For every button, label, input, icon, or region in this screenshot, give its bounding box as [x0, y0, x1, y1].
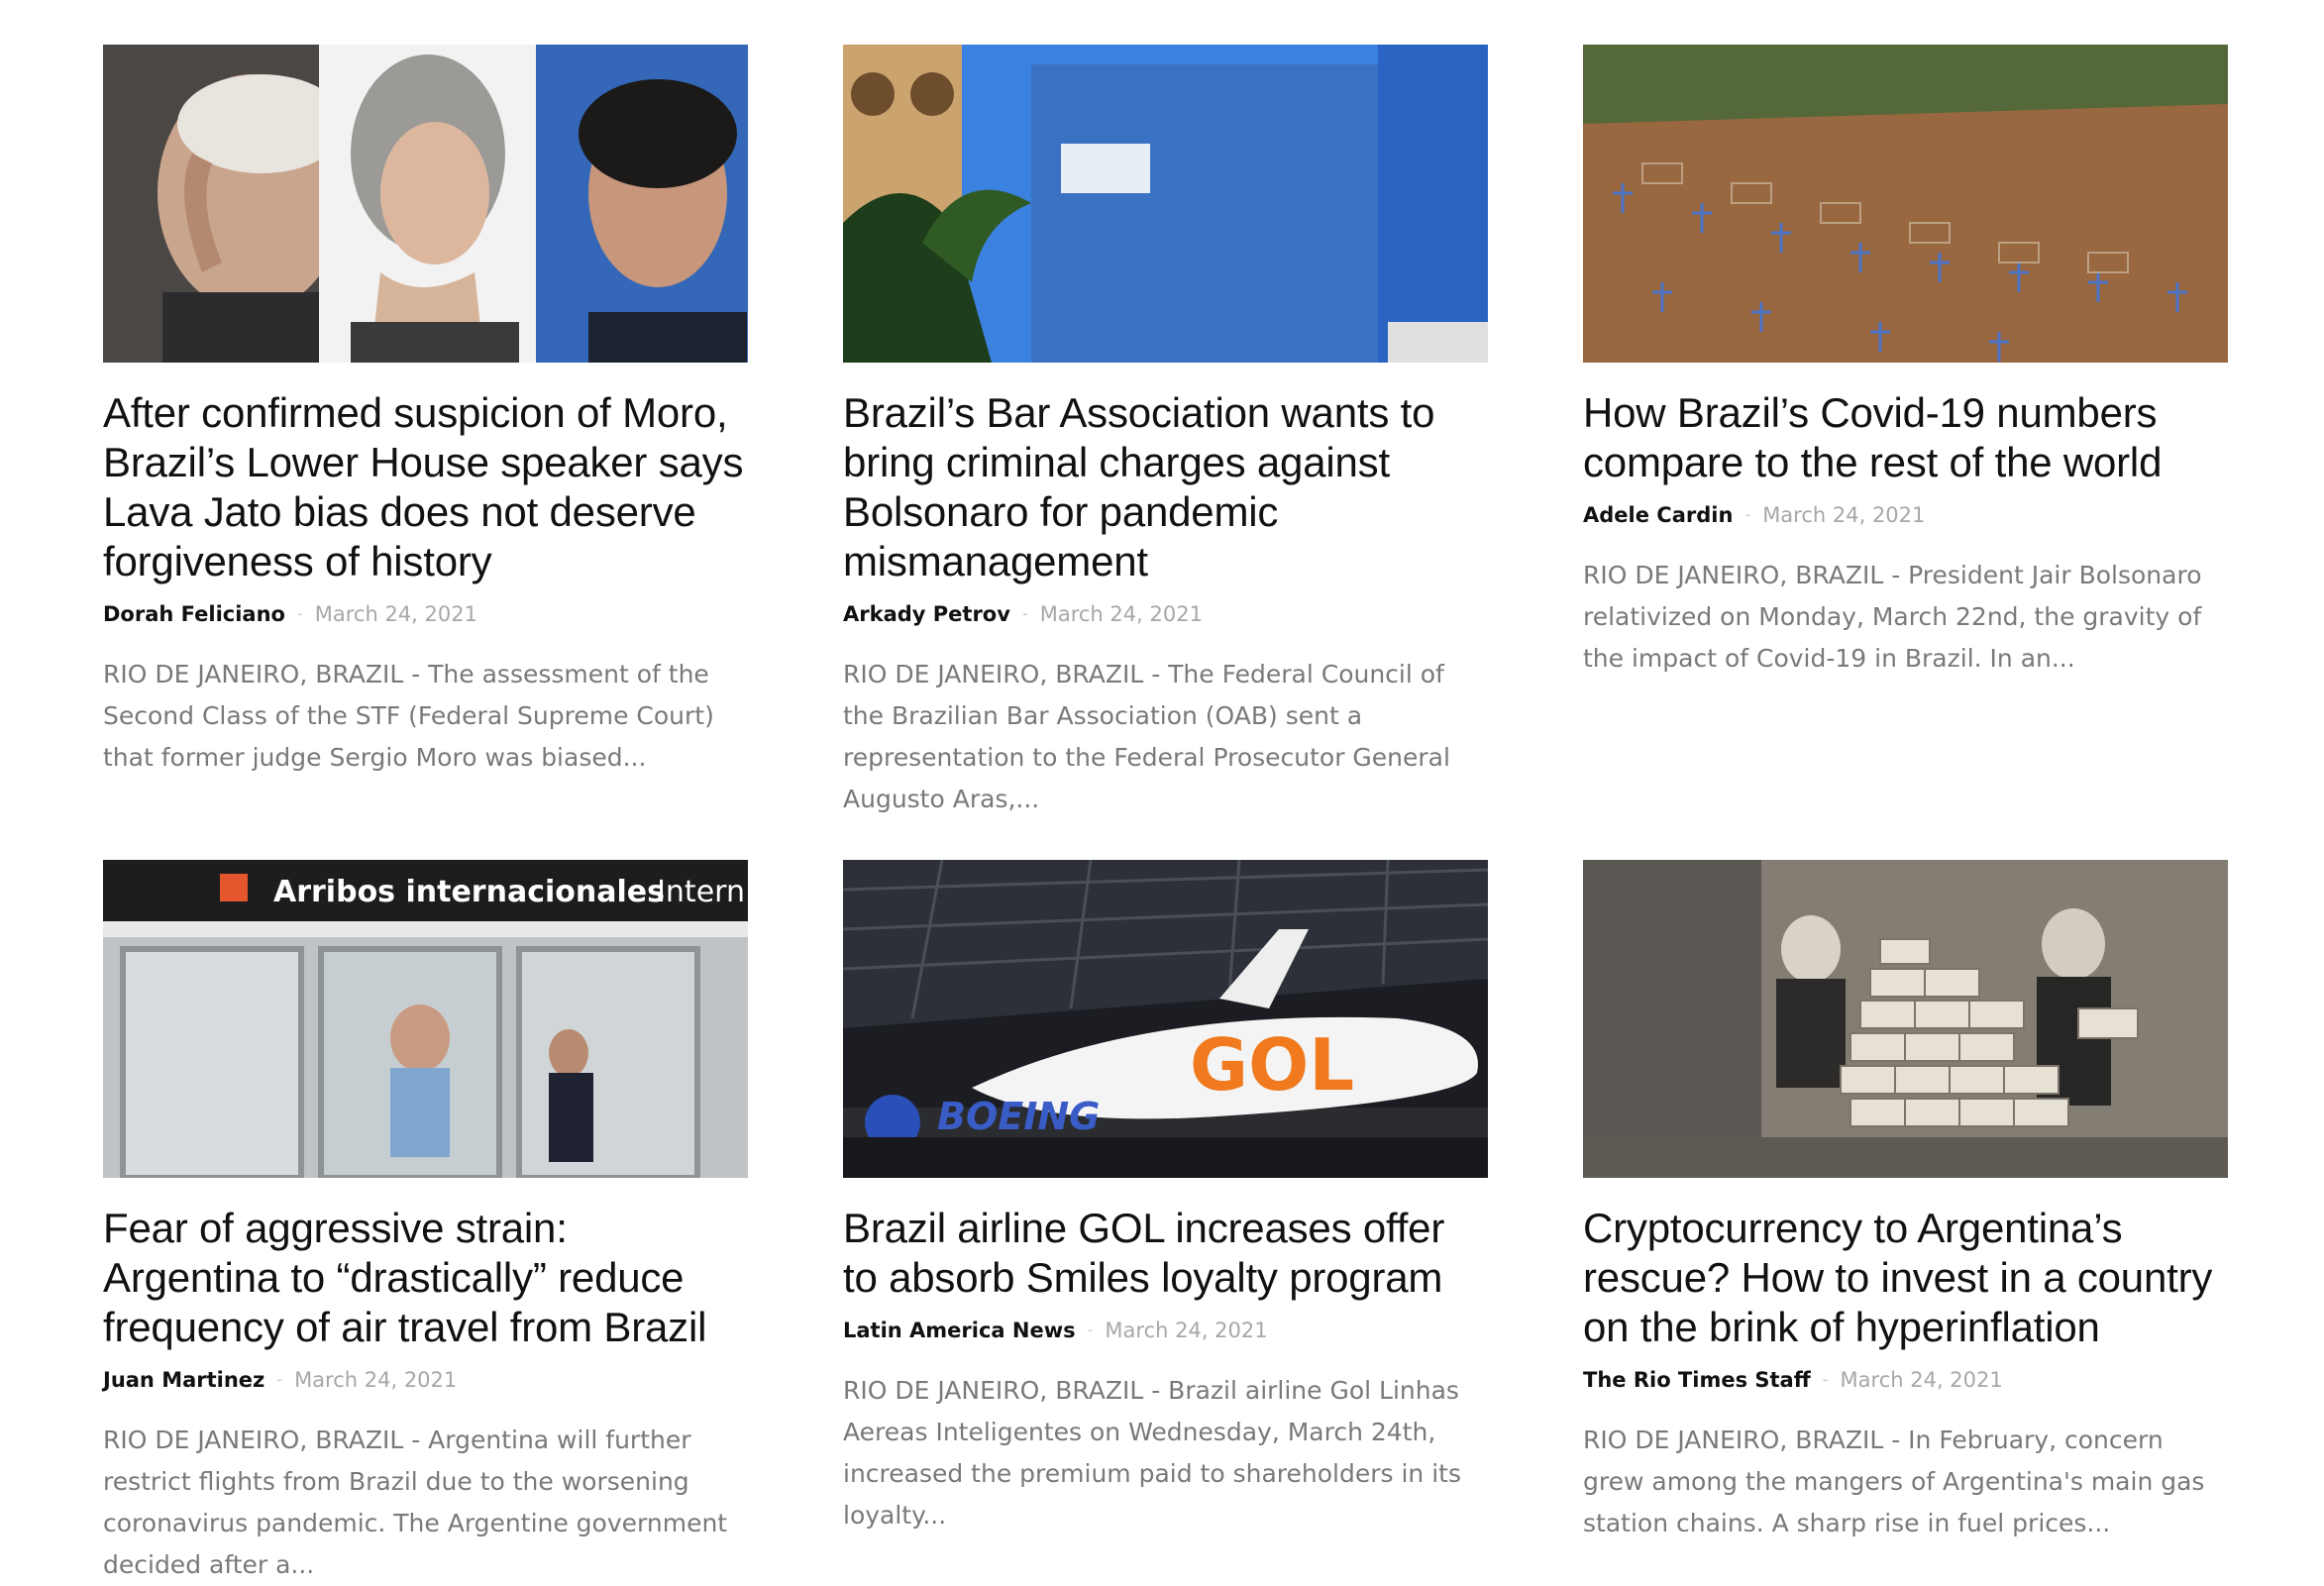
article-title[interactable]: How Brazil’s Covid-19 numbers compare to… — [1583, 388, 2228, 487]
article-excerpt: RIO DE JANEIRO, BRAZIL - The assessment … — [103, 660, 714, 772]
article-date: March 24, 2021 — [1840, 1368, 2003, 1392]
thumbnail-image-gol-plane: GOL BOEING — [843, 860, 1488, 1178]
article-meta: Arkady Petrov - March 24, 2021 — [843, 600, 1488, 628]
meta-separator: - — [1087, 1321, 1094, 1339]
article-grid: After confirmed suspicion of Moro, Brazi… — [103, 45, 2229, 1586]
article-excerpt: RIO DE JANEIRO, BRAZIL - The Federal Cou… — [843, 660, 1450, 813]
meta-separator: - — [1822, 1370, 1829, 1389]
thumbnail-image-cemetery — [1583, 45, 2228, 363]
article-title[interactable]: Cryptocurrency to Argentina’s rescue? Ho… — [1583, 1204, 2228, 1352]
article-author[interactable]: Adele Cardin — [1583, 501, 1733, 529]
article-thumbnail[interactable]: Arribos internacionales · Intern — [103, 860, 748, 1178]
article-thumbnail[interactable] — [1583, 45, 2228, 363]
meta-separator: - — [1021, 604, 1028, 623]
article-author[interactable]: Arkady Petrov — [843, 600, 1010, 628]
article-title[interactable]: After confirmed suspicion of Moro, Brazi… — [103, 388, 748, 586]
thumbnail-image-politicians — [103, 45, 748, 363]
article-title[interactable]: Fear of aggressive strain: Argentina to … — [103, 1204, 748, 1352]
article-date: March 24, 2021 — [314, 602, 477, 626]
article-card: Cryptocurrency to Argentina’s rescue? Ho… — [1583, 860, 2228, 1586]
article-date: March 24, 2021 — [294, 1368, 458, 1392]
article-author[interactable]: Latin America News — [843, 1317, 1076, 1344]
article-card: Brazil’s Bar Association wants to bring … — [843, 45, 1488, 820]
meta-separator: - — [296, 604, 303, 623]
article-meta: Juan Martinez - March 24, 2021 — [103, 1366, 748, 1394]
article-card: After confirmed suspicion of Moro, Brazi… — [103, 45, 748, 820]
thumbnail-image-money-bricks — [1583, 860, 2228, 1178]
meta-separator: - — [276, 1370, 283, 1389]
article-author[interactable]: The Rio Times Staff — [1583, 1366, 1811, 1394]
meta-separator: - — [1744, 505, 1751, 524]
article-excerpt: RIO DE JANEIRO, BRAZIL - Brazil airline … — [843, 1376, 1461, 1530]
gol-plane-logo: GOL — [1190, 1023, 1354, 1107]
article-excerpt: RIO DE JANEIRO, BRAZIL - Argentina will … — [103, 1426, 728, 1579]
article-thumbnail[interactable] — [1583, 860, 2228, 1178]
article-author[interactable]: Dorah Feliciano — [103, 600, 285, 628]
thumbnail-image-airport: Arribos internacionales · Intern — [103, 860, 748, 1178]
article-date: March 24, 2021 — [1039, 602, 1203, 626]
article-excerpt: RIO DE JANEIRO, BRAZIL - President Jair … — [1583, 561, 2202, 673]
article-meta: Dorah Feliciano - March 24, 2021 — [103, 600, 748, 628]
airport-sign-extra: · Intern — [638, 875, 745, 909]
article-card: How Brazil’s Covid-19 numbers compare to… — [1583, 45, 2228, 820]
article-date: March 24, 2021 — [1762, 503, 1926, 527]
article-date: March 24, 2021 — [1105, 1319, 1268, 1342]
article-card: GOL BOEING Brazil airline GOL increases … — [843, 860, 1488, 1586]
airport-sign-text: Arribos internacionales — [273, 875, 665, 909]
article-author[interactable]: Juan Martinez — [103, 1366, 264, 1394]
article-thumbnail[interactable]: GOL BOEING — [843, 860, 1488, 1178]
article-meta: The Rio Times Staff - March 24, 2021 — [1583, 1366, 2228, 1394]
article-meta: Adele Cardin - March 24, 2021 — [1583, 501, 2228, 529]
thumbnail-image-building — [843, 45, 1488, 363]
article-meta: Latin America News - March 24, 2021 — [843, 1317, 1488, 1344]
article-thumbnail[interactable] — [103, 45, 748, 363]
article-title[interactable]: Brazil’s Bar Association wants to bring … — [843, 388, 1488, 586]
boeing-logo: BOEING — [937, 1095, 1100, 1138]
article-excerpt: RIO DE JANEIRO, BRAZIL - In February, co… — [1583, 1426, 2205, 1537]
article-title[interactable]: Brazil airline GOL increases offer to ab… — [843, 1204, 1488, 1303]
article-thumbnail[interactable] — [843, 45, 1488, 363]
article-card: Arribos internacionales · Intern Fear of… — [103, 860, 748, 1586]
